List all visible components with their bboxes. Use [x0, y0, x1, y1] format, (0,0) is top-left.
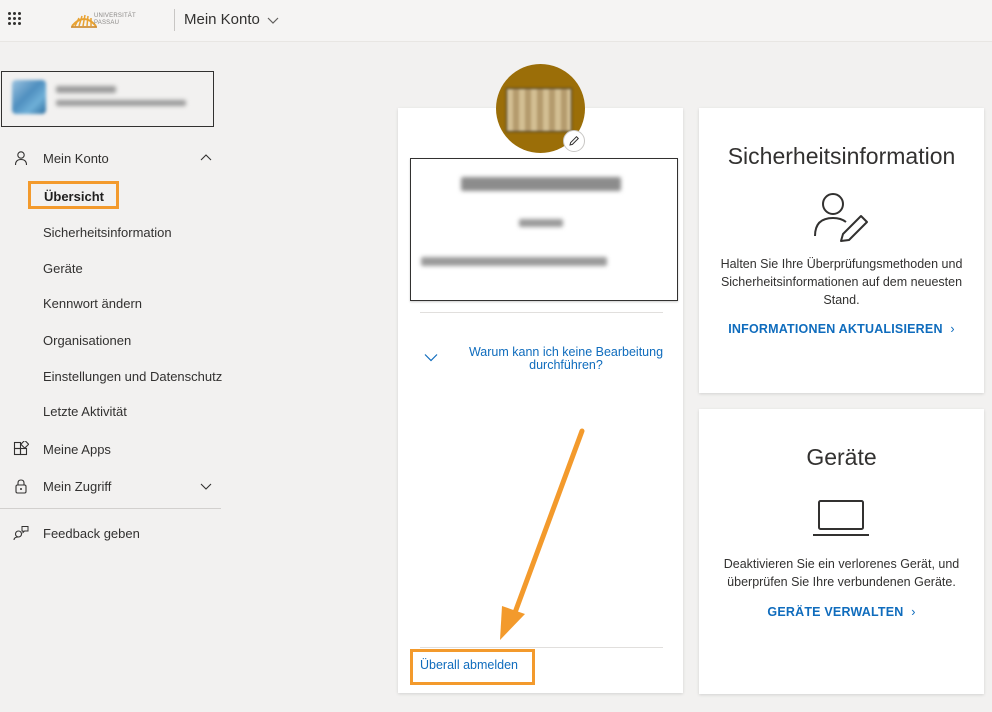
laptop-icon [813, 500, 869, 536]
sidebar-item-label: Sicherheitsinformation [43, 224, 172, 240]
sidebar-item-mein-zugriff[interactable]: Mein Zugriff [0, 474, 221, 498]
logo-text-line1: UNIVERSITÄT [94, 13, 136, 19]
top-bar: UNIVERSITÄT PASSAU Mein Konto [0, 0, 992, 42]
devices-title: Geräte [806, 444, 877, 470]
sidebar-item-label: Geräte [43, 260, 83, 276]
security-info-title: Sicherheitsinformation [727, 143, 956, 169]
profile-summary[interactable] [1, 71, 214, 127]
edit-photo-button[interactable] [563, 130, 585, 152]
pencil-icon [569, 135, 580, 146]
feedback-icon [13, 526, 29, 541]
sidebar-item-mein-konto[interactable]: Mein Konto [0, 146, 221, 170]
sign-out-everywhere-label: Überall abmelden [420, 658, 518, 672]
card-divider [420, 312, 663, 313]
chevron-up-icon [200, 154, 212, 161]
redacted-name [56, 86, 116, 93]
sidebar-item-label: Mein Konto [43, 150, 109, 166]
security-info-card: Sicherheitsinformation Halten Sie Ihre Ü… [699, 108, 984, 393]
apps-icon [13, 441, 29, 456]
sidebar-item-label: Kennwort ändern [43, 295, 143, 311]
redacted-email [421, 257, 607, 266]
manage-devices-link[interactable]: GERÄTE VERWALTEN › [699, 605, 984, 619]
person-icon [14, 151, 28, 166]
redacted-role [519, 219, 563, 227]
chevron-down-icon [424, 354, 438, 362]
university-logo[interactable]: UNIVERSITÄT PASSAU [70, 8, 138, 32]
chevron-right-icon: › [911, 605, 916, 619]
devices-card: Geräte Deaktivieren Sie ein verlorenes G… [699, 409, 984, 694]
sidebar-item-label: Letzte Aktivität [43, 403, 127, 419]
redacted-email [56, 100, 186, 106]
sidebar-item-label: Einstellungen und Datenschutz [43, 368, 223, 384]
logo-text-line2: PASSAU [94, 20, 120, 26]
chevron-down-icon [267, 17, 279, 24]
sidebar-item-label: Feedback geben [43, 525, 140, 541]
sign-out-everywhere-link[interactable]: Überall abmelden [410, 649, 535, 685]
update-info-label: INFORMATIONEN AKTUALISIEREN [728, 322, 943, 336]
sidebar-item-label: Meine Apps [43, 441, 111, 457]
app-launcher-icon[interactable] [8, 12, 22, 26]
security-info-description: Halten Sie Ihre Überprüfungsmethoden und… [720, 257, 963, 307]
app-title: Mein Konto [184, 11, 260, 28]
why-no-edit-label: Warum kann ich keine Bearbeitung durchfü… [468, 345, 664, 372]
redacted-initials [506, 88, 572, 132]
lock-icon [15, 479, 27, 494]
update-info-link[interactable]: INFORMATIONEN AKTUALISIEREN › [699, 322, 984, 336]
card-divider [420, 647, 663, 648]
sidebar-divider [0, 508, 221, 509]
header-divider [174, 9, 175, 31]
devices-description: Deaktivieren Sie ein verlorenes Gerät, u… [723, 557, 960, 589]
sidebar-item-label: Mein Zugriff [43, 478, 112, 494]
manage-devices-label: GERÄTE VERWALTEN [767, 605, 904, 619]
chevron-right-icon: › [950, 322, 955, 336]
sidebar-item-label: Organisationen [43, 332, 132, 348]
avatar [12, 80, 46, 114]
profile-info-box [410, 158, 678, 301]
redacted-full-name [461, 177, 621, 191]
chevron-down-icon [200, 483, 212, 490]
person-edit-icon [814, 193, 868, 242]
sidebar-item-uebersicht[interactable]: Übersicht [28, 181, 119, 209]
sidebar-item-label: Übersicht [44, 189, 104, 204]
app-title-menu[interactable]: Mein Konto [184, 11, 280, 28]
